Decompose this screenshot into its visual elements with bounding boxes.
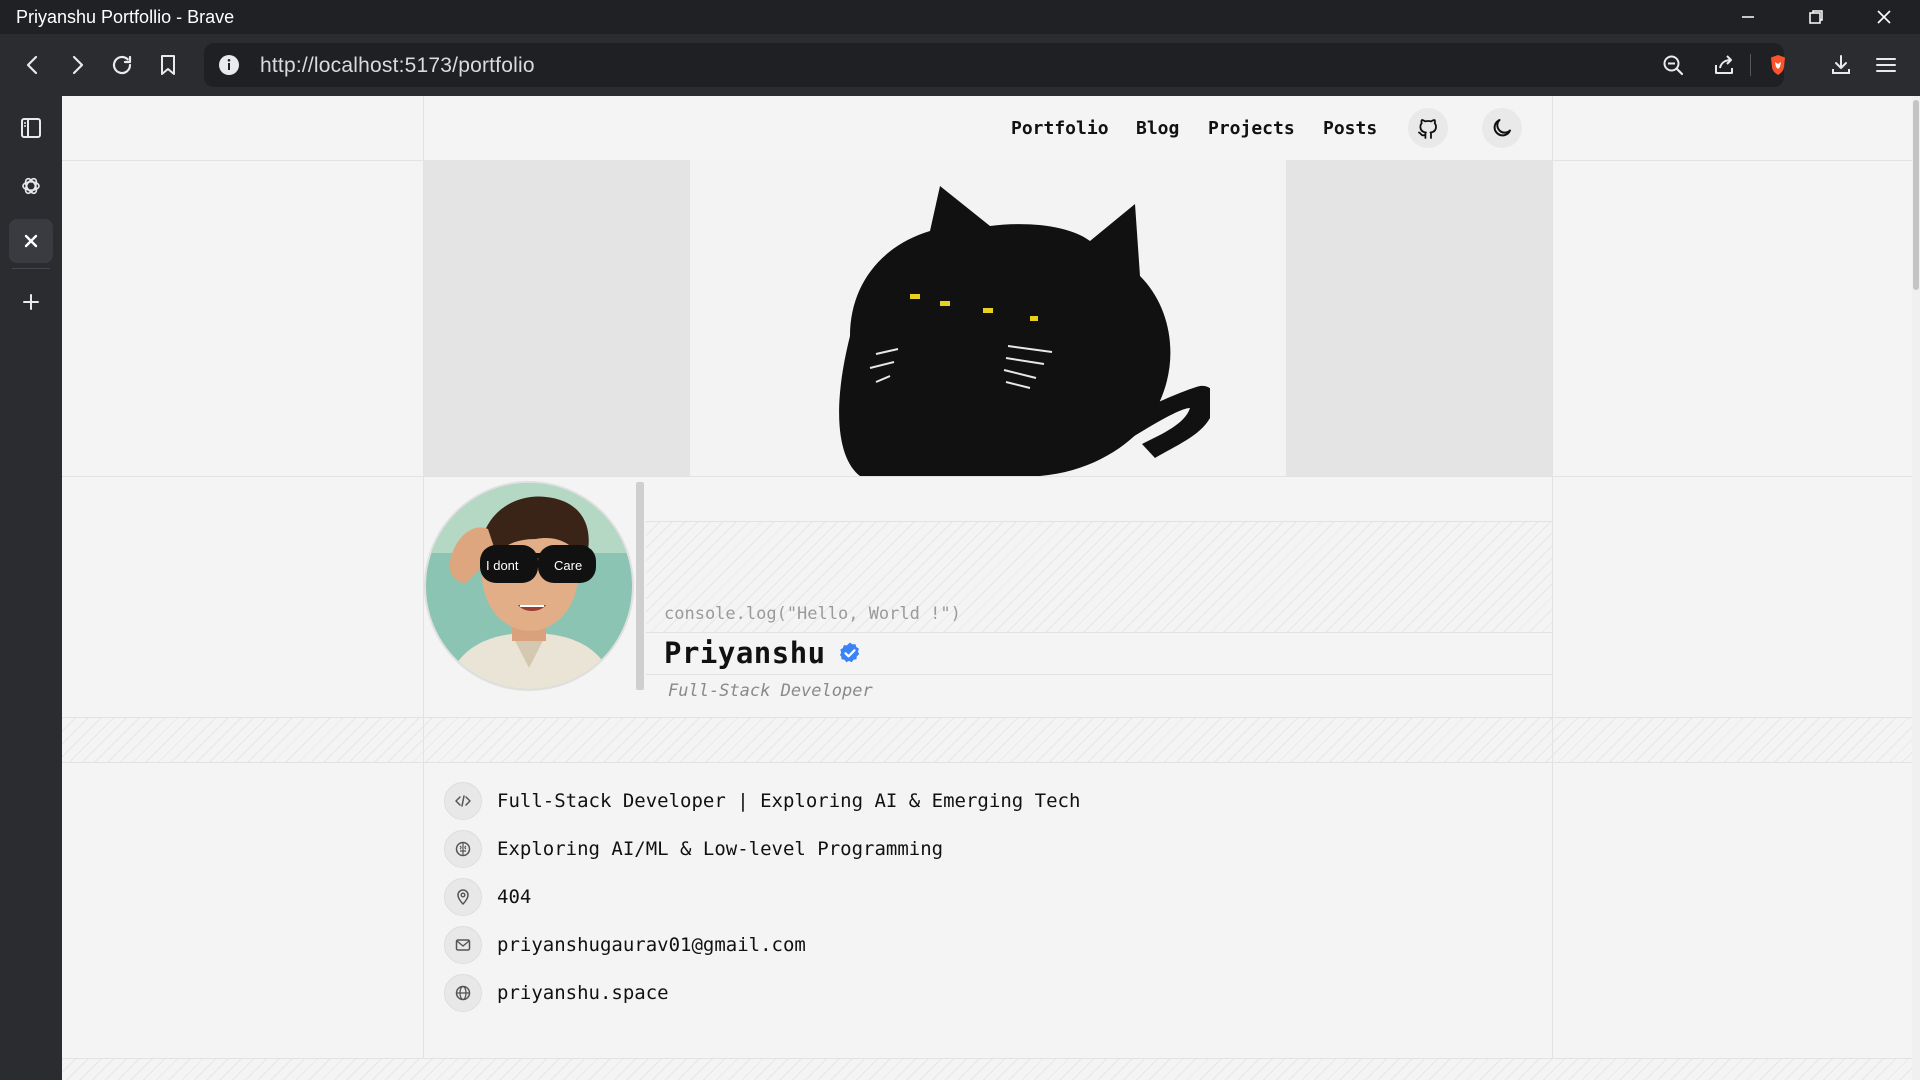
page-viewport: Portfolio Blog Projects Posts I dont Car… <box>62 96 1912 1080</box>
map-pin-icon <box>444 878 482 916</box>
share-icon <box>1715 55 1733 74</box>
nav-link-portfolio[interactable]: Portfolio <box>1011 118 1109 139</box>
window-titlebar: Priyanshu Portfollio - Brave <box>0 0 1920 34</box>
zoom-out-icon <box>1663 55 1684 76</box>
plus-icon <box>23 294 39 310</box>
restore-icon <box>1809 10 1823 24</box>
theme-toggle-button[interactable] <box>1482 108 1522 148</box>
chevron-left-icon <box>26 55 38 75</box>
info-item-location: 404 <box>444 877 531 917</box>
brave-shields-button[interactable] <box>1760 47 1796 83</box>
black-cat-illustration <box>839 186 1210 476</box>
restore-button[interactable] <box>1782 0 1850 34</box>
github-button[interactable] <box>1408 108 1448 148</box>
avatar-glasses-text-right: Care <box>554 558 582 573</box>
info-text: 404 <box>497 886 532 908</box>
sidebar-add-button[interactable] <box>9 280 53 324</box>
browser-toolbar: http://localhost:5173/portfolio <box>0 34 1920 96</box>
url-text[interactable]: http://localhost:5173/portfolio <box>260 54 535 78</box>
name-divider <box>646 674 1552 675</box>
website-link[interactable]: priyanshu.space <box>497 982 669 1004</box>
downloads-button[interactable] <box>1823 47 1859 83</box>
moon-icon <box>1493 119 1511 137</box>
hamburger-menu-icon <box>1876 58 1896 72</box>
avatar: I dont Care <box>424 481 634 691</box>
profile-name: Priyanshu <box>664 636 826 670</box>
sidebar-toggle-icon <box>21 118 41 138</box>
info-item-email[interactable]: priyanshugaurav01@gmail.com <box>444 925 806 965</box>
chevron-right-icon <box>72 55 84 75</box>
toolbar-divider <box>1750 54 1751 76</box>
avatar-illustration: I dont Care <box>426 483 632 689</box>
info-text: Full-Stack Developer | Exploring AI & Em… <box>497 790 1081 812</box>
nav-link-blog[interactable]: Blog <box>1136 118 1179 139</box>
info-item-interests: Exploring AI/ML & Low-level Programming <box>444 829 943 869</box>
share-button[interactable] <box>1706 47 1742 83</box>
banner-divider <box>62 476 1912 477</box>
console-greeting: console.log("Hello, World !") <box>664 604 961 624</box>
nav-link-projects[interactable]: Projects <box>1208 118 1295 139</box>
profile-role: Full-Stack Developer <box>668 681 873 701</box>
avatar-side-bar <box>636 482 644 690</box>
browser-sidebar <box>0 96 62 1080</box>
section-hatch-band <box>62 717 1912 763</box>
sidebar-x-button[interactable] <box>9 219 53 263</box>
verified-badge-icon <box>839 642 859 663</box>
openai-icon <box>22 177 40 195</box>
download-icon <box>1832 55 1850 74</box>
sidebar-divider <box>12 268 50 269</box>
bottom-hatch-band <box>62 1058 1912 1080</box>
nav-link-posts[interactable]: Posts <box>1323 118 1377 139</box>
close-icon <box>1877 10 1891 24</box>
menu-button[interactable] <box>1868 47 1904 83</box>
bookmark-button[interactable] <box>150 47 186 83</box>
info-item-website[interactable]: priyanshu.space <box>444 973 669 1013</box>
info-text: Exploring AI/ML & Low-level Programming <box>497 838 944 860</box>
sidebar-panel-button[interactable] <box>9 106 53 150</box>
bookmark-icon <box>161 55 175 75</box>
code-icon <box>444 782 482 820</box>
avatar-glasses-text-left: I dont <box>486 558 519 573</box>
top-navigation: Portfolio Blog Projects Posts <box>62 96 1912 160</box>
page-scrollbar-thumb[interactable] <box>1913 100 1919 290</box>
back-button[interactable] <box>15 47 51 83</box>
sidebar-chatgpt-button[interactable] <box>9 164 53 208</box>
brain-icon <box>444 830 482 868</box>
forward-button[interactable] <box>59 47 95 83</box>
minimize-button[interactable] <box>1714 0 1782 34</box>
zoom-button[interactable] <box>1655 47 1691 83</box>
minimize-icon <box>1742 16 1754 18</box>
reload-button[interactable] <box>104 47 140 83</box>
address-bar[interactable]: http://localhost:5173/portfolio <box>204 43 1784 87</box>
close-window-button[interactable] <box>1850 0 1918 34</box>
info-item-headline: Full-Stack Developer | Exploring AI & Em… <box>444 781 1080 821</box>
globe-icon <box>444 974 482 1012</box>
github-icon <box>1418 119 1437 139</box>
window-title: Priyanshu Portfollio - Brave <box>16 7 235 27</box>
mail-icon <box>444 926 482 964</box>
reload-icon <box>112 55 132 75</box>
x-logo-icon <box>24 234 38 248</box>
site-info-icon[interactable] <box>218 54 240 76</box>
content-border-right <box>1552 96 1553 1058</box>
banner-image <box>424 160 1552 476</box>
email-link[interactable]: priyanshugaurav01@gmail.com <box>497 934 806 956</box>
brave-lion-icon <box>1771 55 1785 75</box>
profile-name-row: Priyanshu <box>664 636 862 670</box>
